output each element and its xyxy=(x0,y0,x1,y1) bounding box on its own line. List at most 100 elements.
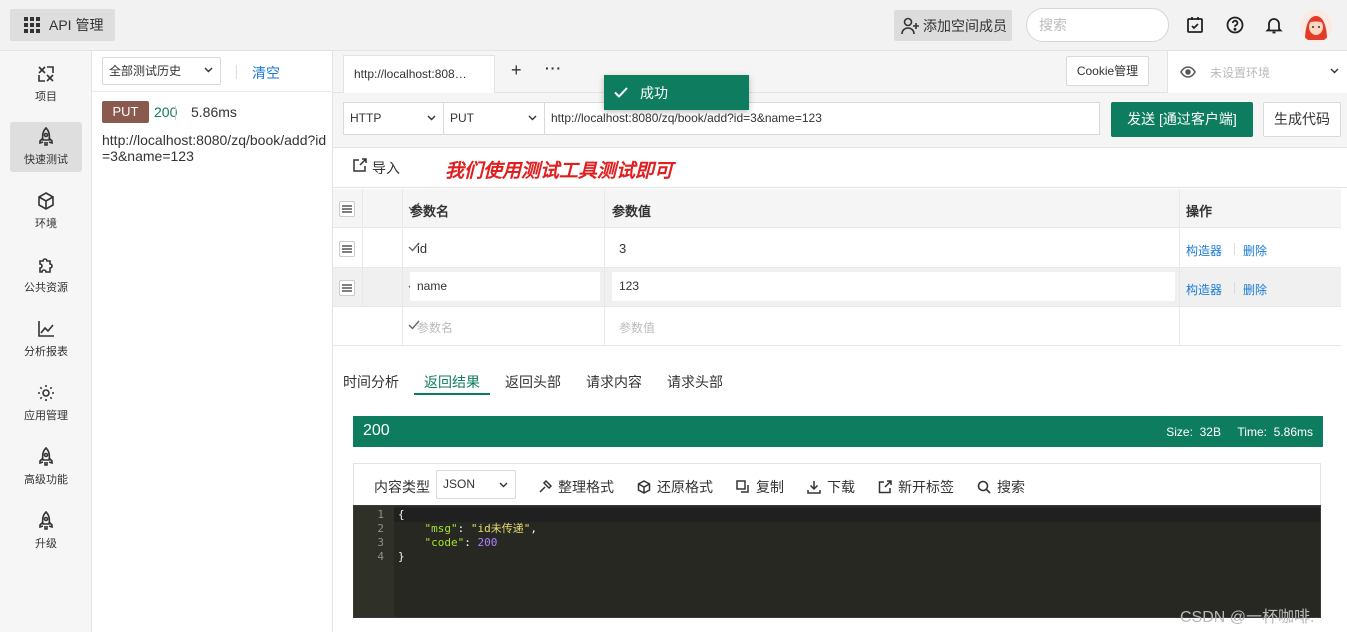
watermark: CSDN @一杯咖啡. xyxy=(1180,609,1315,626)
chevron-down-icon xyxy=(499,482,508,488)
rocket-icon xyxy=(39,447,53,466)
params-header-row: 参数名 参数值 操作 xyxy=(333,189,1341,228)
method-select[interactable]: PUT xyxy=(443,102,545,135)
nav-item-project[interactable]: 项目 xyxy=(10,59,82,109)
eye-icon xyxy=(1180,66,1196,78)
cube-icon xyxy=(38,192,54,210)
nav-item-analytics[interactable]: 分析报表 xyxy=(10,314,82,364)
line-number: 4 xyxy=(377,550,384,563)
history-url[interactable]: http://localhost:8080/zq/book/add?id=3&n… xyxy=(102,132,327,164)
puzzle-icon xyxy=(38,66,54,82)
builder-link[interactable]: 构造器 xyxy=(1186,281,1222,298)
tab-response-body[interactable]: 返回结果 xyxy=(424,372,480,392)
help-icon[interactable] xyxy=(1224,14,1246,36)
header-param-value: 参数值 xyxy=(612,204,652,219)
nav-item-quick-test[interactable]: 快速测试 xyxy=(10,122,82,172)
success-toast: 成功 xyxy=(604,75,749,110)
table-row-new: 参数名 参数值 xyxy=(333,307,1341,346)
task-icon[interactable] xyxy=(1184,14,1206,36)
param-name[interactable]: id xyxy=(417,241,427,256)
chevron-down-icon xyxy=(427,115,436,121)
send-button[interactable]: 发送 [通过客户端] xyxy=(1111,102,1253,137)
copy-icon xyxy=(736,480,749,493)
clear-history-button[interactable]: 清空 xyxy=(252,63,280,83)
code-line: "code": 200 xyxy=(424,536,498,549)
delete-link[interactable]: 删除 xyxy=(1243,242,1267,259)
chevron-down-icon xyxy=(528,115,537,121)
add-member-label: 添加空间成员 xyxy=(923,17,1007,34)
cookie-manage-button[interactable]: Cookie管理 xyxy=(1066,56,1149,86)
annotation-text: 我们使用测试工具测试即可 xyxy=(445,161,674,182)
param-value-input[interactable]: 123 xyxy=(612,272,1175,301)
header-action: 操作 xyxy=(1186,204,1213,219)
active-line-highlight xyxy=(394,508,1320,522)
left-nav: 项目 快速测试 环境 公共资源 分析报表 应用管理 高级功能 升级 xyxy=(0,51,92,632)
code-line: { xyxy=(398,508,405,521)
more-tabs-button[interactable]: ··· xyxy=(545,60,562,76)
avatar[interactable] xyxy=(1300,10,1332,42)
divider xyxy=(92,91,333,92)
new-param-name-input[interactable]: 参数名 xyxy=(417,319,453,336)
history-status: 200 xyxy=(154,104,178,120)
history-filter-select[interactable]: 全部测试历史 xyxy=(102,57,221,85)
tab-time-analysis[interactable]: 时间分析 xyxy=(343,372,399,392)
code-line: "msg": "id未传递", xyxy=(424,522,538,535)
response-status-bar: 200 Size: 32B Time: 5.86ms xyxy=(353,416,1323,447)
menu-icon[interactable] xyxy=(339,201,355,217)
chart-icon xyxy=(38,321,54,337)
request-tab[interactable]: http://localhost:808… xyxy=(343,55,495,93)
add-tab-button[interactable]: + xyxy=(511,60,522,81)
import-button[interactable]: 导入 xyxy=(372,158,400,178)
generate-code-button[interactable]: 生成代码 xyxy=(1263,102,1341,137)
param-value[interactable]: 3 xyxy=(619,241,626,256)
active-tab-underline xyxy=(414,393,490,395)
menu-icon[interactable] xyxy=(339,241,355,257)
external-link-icon xyxy=(878,480,892,494)
menu-icon[interactable] xyxy=(339,280,355,296)
grid-icon xyxy=(24,17,40,33)
tab-request-body[interactable]: 请求内容 xyxy=(586,372,642,392)
line-number: 3 xyxy=(377,536,384,549)
delete-link[interactable]: 删除 xyxy=(1243,281,1267,298)
tab-response-headers[interactable]: 返回头部 xyxy=(505,372,561,392)
response-meta: Size: 32B Time: 5.86ms xyxy=(1166,425,1313,439)
copy-button[interactable]: 复制 xyxy=(736,477,784,497)
history-panel: 全部测试历史 清空 PUT 200 5.86ms http://localhos… xyxy=(92,51,333,632)
restore-format-button[interactable]: 还原格式 xyxy=(637,477,713,497)
add-member-button[interactable]: 添加空间成员 xyxy=(894,10,1012,41)
table-row: id 3 构造器 删除 xyxy=(333,229,1341,268)
download-button[interactable]: 下载 xyxy=(807,477,855,497)
param-name-input[interactable]: name xyxy=(410,272,600,301)
tab-request-headers[interactable]: 请求头部 xyxy=(667,372,723,392)
line-number: 2 xyxy=(377,522,384,535)
status-code: 200 xyxy=(363,422,390,439)
cube-icon xyxy=(637,480,651,494)
nav-item-upgrade[interactable]: 升级 xyxy=(10,506,82,556)
bell-icon[interactable] xyxy=(1263,14,1285,36)
content-type-select[interactable]: JSON xyxy=(436,470,516,499)
format-button[interactable]: 整理格式 xyxy=(538,477,614,497)
chevron-down-icon xyxy=(204,67,213,73)
check-icon xyxy=(614,87,628,98)
nav-item-environment[interactable]: 环境 xyxy=(10,186,82,236)
search-icon xyxy=(977,480,991,494)
builder-link[interactable]: 构造器 xyxy=(1186,242,1222,259)
environment-select[interactable]: 未设置环境 xyxy=(1167,51,1347,93)
download-icon xyxy=(807,481,821,494)
table-row: name 123 构造器 删除 xyxy=(333,268,1341,307)
app-menu-button[interactable]: API 管理 xyxy=(10,9,115,41)
new-tab-button[interactable]: 新开标签 xyxy=(878,477,954,497)
nav-item-advanced[interactable]: 高级功能 xyxy=(10,442,82,492)
history-method-badge: PUT xyxy=(102,101,149,123)
new-param-value-input[interactable]: 参数值 xyxy=(619,319,655,336)
search-button[interactable]: 搜索 xyxy=(977,477,1025,497)
nav-item-public-resources[interactable]: 公共资源 xyxy=(10,250,82,300)
import-icon[interactable] xyxy=(352,158,367,173)
brush-icon xyxy=(539,480,552,493)
response-toolbar: 内容类型 JSON 整理格式 还原格式 复制 下载 新开标签 搜索 xyxy=(353,463,1321,505)
global-search-input[interactable]: 搜索 xyxy=(1026,8,1169,42)
nav-item-app-management[interactable]: 应用管理 xyxy=(10,378,82,428)
response-code-editor[interactable]: 1 2 3 4 { "msg": "id未传递", "code": 200 } xyxy=(353,505,1321,618)
protocol-select[interactable]: HTTP xyxy=(343,102,444,135)
rocket-icon xyxy=(39,127,53,146)
